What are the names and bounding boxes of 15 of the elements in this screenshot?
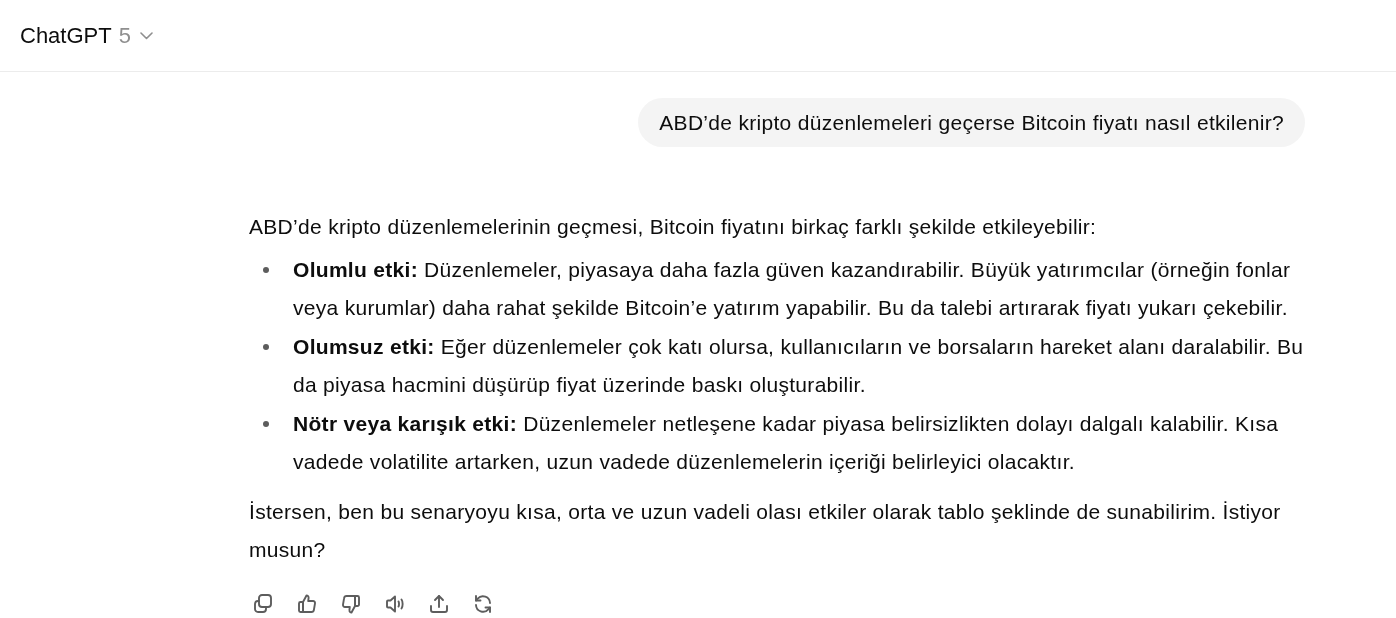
copy-button[interactable] — [251, 591, 275, 616]
bullet-icon — [263, 266, 269, 273]
chevron-down-icon — [139, 31, 153, 40]
model-selector[interactable]: ChatGPT 5 — [20, 24, 153, 47]
response-paragraph: ABD’de kripto düzenlemelerinin geçmesi, Bitcoin fiyatını birkaç farklı şekilde etkileyebilir: — [249, 214, 1098, 240]
bullet-text: Olumsuz etki: Eğer düzenlemeler çok katı olursa, kullanıcıların ve borsaların hareket alanı daralabilir. Bu da piyasa hacmini düşürüp fiyat üzerinde baskı oluşturabilir. — [293, 333, 1305, 398]
user-message-bubble: ABD’de kripto düzenlemeleri geçerse Bitcoin fiyatı nasıl etkilenir? — [638, 98, 1305, 147]
model-version: 5 — [118, 24, 131, 47]
bullet-icon — [263, 420, 269, 427]
bullet-text: Nötr veya karışık etki: Düzenlemeler netleşene kadar piyasa belirsizlikten dolayı dalgalı kalabilir. Kısa vadede volatilite artarken, uzun vadede düzenlemelerin içeriği belirleyici olacaktır. — [293, 410, 1280, 475]
app-title: ChatGPT — [20, 24, 112, 47]
copy-icon — [251, 591, 275, 616]
bullet-text: Olumlu etki: Düzenlemeler, piyasaya daha fazla güven kazandırabilir. Büyük yatırımcılar (örneğin fonlar veya kurumlar) daha rahat şekilde Bitcoin’e yatırım yapabilir. Bu da talebi artırarak fiyatı yukarı çekebilir. — [293, 256, 1292, 321]
bullet-icon — [263, 343, 269, 350]
response-paragraph: İstersen, ben bu senaryoyu kısa, orta ve uzun vadeli olası etkiler olarak tablo şeklinde de sunabilirim. İstiyor musun? — [249, 498, 1282, 563]
